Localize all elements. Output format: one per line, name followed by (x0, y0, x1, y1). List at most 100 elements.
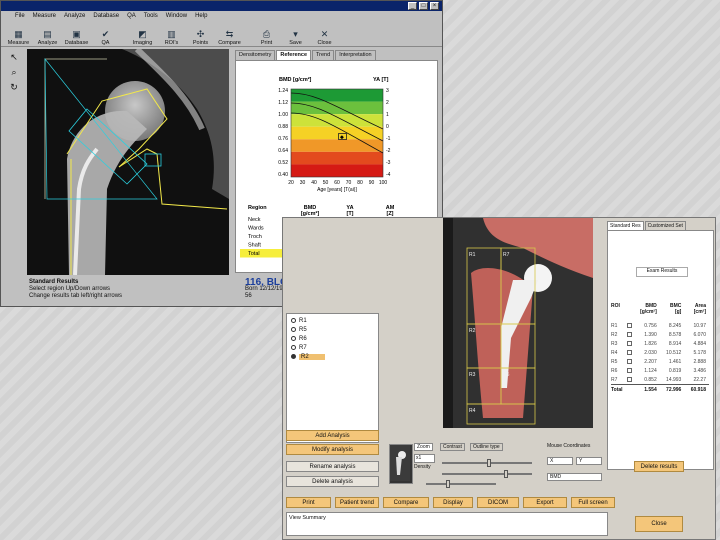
toolbar-rois-button[interactable]: ▥ ROI's (158, 22, 185, 46)
minimize-button[interactable]: _ (408, 2, 417, 10)
roi-radio[interactable] (291, 318, 296, 323)
roi-zone-label: R4 (469, 408, 476, 414)
y-left-tick: 0.88 (278, 124, 288, 130)
table-row: R7 0.852 14.993 22.27 (611, 375, 709, 385)
bottom-export-button[interactable]: Export (523, 497, 567, 508)
total-spacer (626, 384, 634, 394)
bottom-print-button[interactable]: Print (286, 497, 331, 508)
density-slider[interactable] (426, 480, 496, 488)
roi-label: R6 (299, 335, 307, 342)
menu-help[interactable]: Help (195, 13, 207, 19)
roi-checkbox[interactable] (626, 322, 632, 328)
thumbnail-image[interactable] (389, 444, 413, 484)
hip-prosthesis-xray-image[interactable]: R1 R2 R3 R4 R5 R6 R7 (443, 218, 593, 428)
zoom-icon[interactable]: ⌕ (7, 67, 21, 78)
roi-checkbox[interactable] (626, 376, 632, 382)
y-right-tick: -1 (386, 136, 391, 142)
close-button[interactable]: Close (635, 516, 683, 532)
y-right-tick: 2 (386, 100, 389, 106)
toolbar-qa-button[interactable]: ✔ QA (92, 22, 119, 46)
roi-zone-label: R3 (469, 372, 476, 378)
roi-name-cell: R3 (611, 340, 618, 347)
toolbar-imaging-button[interactable]: ◩ Imaging (129, 22, 156, 46)
bottom-patient-trend-button[interactable]: Patient trend (335, 497, 379, 508)
print-icon: ⎙ (262, 29, 271, 39)
toolbar-points-button[interactable]: ✣ Points (187, 22, 214, 46)
roi-radio[interactable] (291, 354, 296, 359)
rename-analysis-button[interactable]: Rename analysis (286, 461, 379, 472)
toolbar-database-button[interactable]: ▣ Database (63, 22, 90, 46)
results-tab[interactable]: Customized Set (644, 221, 686, 230)
roi-list-item[interactable]: R2 (291, 352, 374, 361)
x-tick: 80 (357, 180, 363, 186)
tab-densitometry[interactable]: Densitometry (235, 50, 276, 60)
contrast-tab[interactable]: Contrast (440, 443, 465, 451)
toolbar-label: Measure (7, 40, 30, 46)
rotate-icon[interactable]: ↻ (7, 82, 21, 93)
results-tabs: Densitometry Reference Trend Interpretation (235, 50, 376, 60)
bottom-compare-button[interactable]: Compare (383, 497, 429, 508)
femur-xray-image[interactable] (27, 49, 229, 275)
reference-band (291, 164, 383, 177)
roi-checkbox[interactable] (626, 349, 632, 355)
toolbar-save-button[interactable]: ▾ Save (282, 22, 309, 46)
table-header: ROI (611, 303, 620, 309)
maximize-button[interactable]: □ (419, 2, 428, 10)
menu-window[interactable]: Window (166, 13, 187, 19)
tab-interpretation[interactable]: Interpretation (335, 50, 376, 60)
roi-list-item[interactable]: R1 (291, 316, 374, 325)
roi-radio[interactable] (291, 336, 296, 341)
close-window-button[interactable]: × (430, 2, 439, 10)
zoom-select[interactable]: x1 (414, 454, 435, 463)
roi-radio[interactable] (291, 327, 296, 332)
menu-database[interactable]: Database (93, 13, 119, 19)
window-titlebar[interactable]: _ □ × (1, 1, 442, 11)
total-row: Total 1.554 72.996 60.918 (611, 384, 709, 394)
roi-checkbox[interactable] (626, 340, 632, 346)
bottom-display-button[interactable]: Display (433, 497, 473, 508)
standard-results-help: Standard Results Select region Up/Down a… (29, 279, 229, 300)
brightness-slider[interactable] (442, 470, 532, 478)
view-summary-box[interactable]: View Summary (286, 512, 608, 536)
roi-checkbox[interactable] (626, 358, 632, 364)
mouse-y-field: Y (576, 457, 602, 465)
roi-radio[interactable] (291, 345, 296, 350)
value-cell: 8.914 (668, 340, 682, 347)
delete-analysis-button[interactable]: Delete analysis (286, 476, 379, 487)
roi-label: R5 (299, 326, 307, 333)
add-analysis-button[interactable]: Add Analysis (286, 430, 379, 441)
contrast-slider[interactable] (442, 459, 532, 467)
roi-checkbox[interactable] (626, 367, 632, 373)
pointer-icon[interactable]: ↖ (7, 52, 21, 63)
bottom-dicom-button[interactable]: DICOM (477, 497, 519, 508)
toolbar-compare-button[interactable]: ⇆ Compare (216, 22, 243, 46)
delete-results-button[interactable]: Delete results (634, 461, 684, 472)
roi-list-item[interactable]: R6 (291, 334, 374, 343)
toolbar-analyze-button[interactable]: ▤ Analyze (34, 22, 61, 46)
roi-list-item[interactable]: R5 (291, 325, 374, 334)
tab-trend[interactable]: Trend (312, 50, 335, 60)
toolbar-label: QA (101, 40, 110, 46)
modify-analysis-button[interactable]: Modify analysis (286, 444, 379, 455)
toolbar-measure-button[interactable]: ▦ Measure (5, 22, 32, 46)
toolbar-print-button[interactable]: ⎙ Print (253, 22, 280, 46)
results-tab[interactable]: Standard Res (607, 221, 644, 230)
table-row: R6 1.124 0.819 3.486 (611, 366, 709, 375)
contrast-slider-knob[interactable] (487, 459, 491, 467)
bottom-full-screen-button[interactable]: Full screen (571, 497, 615, 508)
menu-analyze[interactable]: Analyze (64, 13, 85, 19)
results-cell: Shaft (248, 243, 261, 249)
roi-list-item[interactable]: R7 (291, 343, 374, 352)
menu-file[interactable]: File (15, 13, 25, 19)
tab-reference[interactable]: Reference (276, 50, 312, 60)
menu-measure[interactable]: Measure (33, 13, 56, 19)
menu-qa[interactable]: QA (127, 13, 136, 19)
brightness-slider-knob[interactable] (504, 470, 508, 478)
outline-type-tab[interactable]: Outline type (470, 443, 503, 451)
roi-label: R2 (299, 353, 325, 360)
menu-tools[interactable]: Tools (144, 13, 158, 19)
density-slider-knob[interactable] (446, 480, 450, 488)
value-cell: 1.826 (644, 340, 657, 347)
toolbar-close-button[interactable]: ✕ Close (311, 22, 338, 46)
roi-checkbox[interactable] (626, 331, 632, 337)
